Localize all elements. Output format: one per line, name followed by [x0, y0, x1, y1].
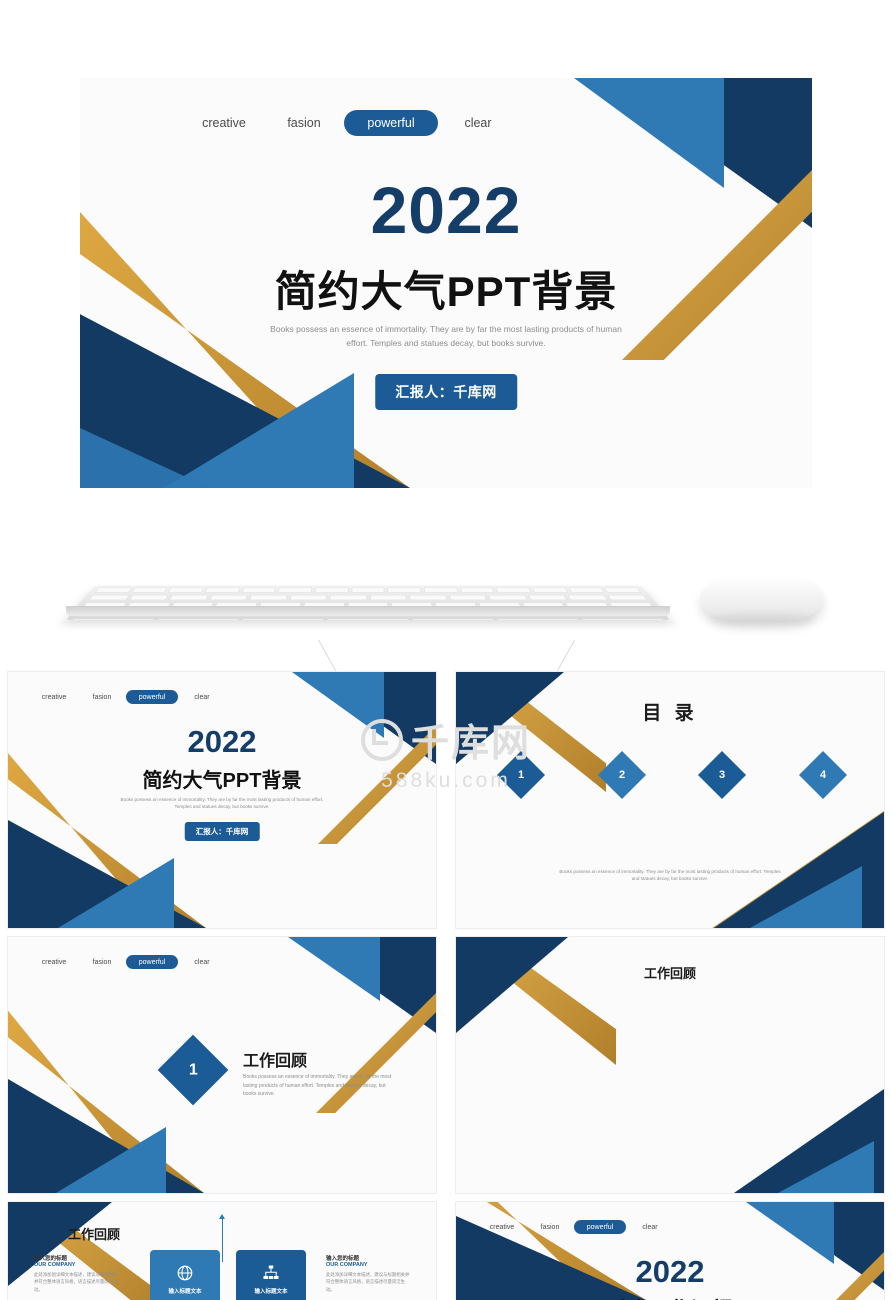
diagram-right-subheading: OUR COMPANY	[326, 1262, 368, 1268]
thumb-nav: creative fasion powerful clear	[30, 690, 226, 704]
mouse	[700, 576, 824, 620]
hero-nav-item-creative[interactable]: creative	[184, 116, 264, 130]
content-title: 工作回顾	[643, 966, 696, 981]
catalog-diamond-4[interactable]: 4	[798, 750, 848, 800]
thumbnail-end-slide[interactable]: creative fasion powerful clear 2022 千库工作…	[456, 1202, 884, 1300]
diagram-left-subheading: OUR COMPANY	[34, 1262, 76, 1268]
catalog-diamond-label: 2	[618, 769, 625, 781]
arrow-up-icon	[219, 1214, 225, 1262]
thumb-nav-item-clear[interactable]: clear	[178, 959, 226, 966]
keyboard-row	[83, 594, 654, 601]
thumb-nav-item-fasion[interactable]: fasion	[526, 1224, 574, 1231]
thumb-nav: creative fasion powerful clear	[30, 955, 226, 969]
thumb-nav-item-creative[interactable]: creative	[30, 694, 78, 701]
diagram-left-heading: 输入您的标题	[34, 1256, 68, 1262]
thumb-nav-item-creative[interactable]: creative	[478, 1224, 526, 1231]
thumb-presenter-button[interactable]: 汇报人：千库网	[184, 822, 260, 841]
catalog-description: Books possess an essence of immortality.…	[559, 869, 781, 882]
thumb-nav-item-powerful[interactable]: powerful	[126, 955, 178, 969]
thumbnail-diagram-slide[interactable]: 工作回顾 输入您的标题 OUR COMPANY 此处添加划详细文本描述，建议与标…	[8, 1202, 436, 1300]
end-title: 千库工作汇报	[456, 1294, 884, 1300]
section-number-diamond: 1	[157, 1034, 229, 1106]
thumb-description: Books possess an essence of immortality.…	[120, 797, 324, 810]
catalog-diamond-3[interactable]: 3	[698, 750, 747, 800]
thumbnail-section-slide[interactable]: creative fasion powerful clear 1 工作回顾 Bo…	[8, 937, 436, 1193]
thumb-nav: creative fasion powerful clear	[478, 1220, 674, 1234]
decor-top-right-blue	[288, 937, 380, 1001]
section-title: 工作回顾	[243, 1053, 308, 1070]
thumb-nav-item-powerful[interactable]: powerful	[126, 690, 178, 704]
hero-presenter-button[interactable]: 汇报人：千库网	[375, 374, 517, 410]
thumb-nav-item-clear[interactable]: clear	[178, 694, 226, 701]
diagram-title: 工作回顾	[68, 1227, 121, 1242]
diagram-right-heading: 输入您的标题	[326, 1256, 360, 1262]
catalog-diamond-label: 1	[517, 769, 525, 781]
catalog-diamonds: 1 2 3 4	[496, 750, 848, 800]
thumb-nav-item-fasion[interactable]: fasion	[78, 694, 126, 701]
thumb-title: 简约大气PPT背景	[142, 770, 302, 792]
keyboard-base	[66, 606, 670, 616]
thumbnail-title-slide[interactable]: creative fasion powerful clear 2022 简约大气…	[8, 672, 436, 928]
diagram-card-2-label: 输入标题文本	[254, 1288, 288, 1295]
desk-mockup	[0, 540, 892, 650]
thumbnail-content-slide[interactable]: 工作回顾	[456, 937, 884, 1193]
hero-nav-item-clear[interactable]: clear	[438, 116, 518, 130]
globe-icon	[177, 1265, 193, 1280]
keyboard-row	[89, 587, 647, 593]
hero-nav-item-powerful[interactable]: powerful	[344, 110, 438, 136]
thumb-nav-item-fasion[interactable]: fasion	[78, 959, 126, 966]
hero-description: Books possess an essence of immortality.…	[270, 324, 622, 348]
keyboard-row	[66, 618, 670, 620]
sitemap-icon	[263, 1265, 279, 1279]
diagram-card-2[interactable]: 输入标题文本	[236, 1250, 306, 1300]
poster-canvas: creative fasion powerful clear 2022 简约大气…	[0, 0, 892, 1300]
catalog-diamond-1[interactable]: 1	[496, 750, 546, 800]
hero-slide: creative fasion powerful clear 2022 简约大气…	[80, 78, 812, 488]
hero-title: 简约大气PPT背景	[274, 268, 618, 315]
catalog-diamond-label: 4	[819, 769, 827, 781]
thumbnail-catalog-slide[interactable]: 目 录 1 2 3 4 Books possess an essence of …	[456, 672, 884, 928]
end-year: 2022	[635, 1254, 705, 1289]
diagram-card-1-label: 输入标题文本	[168, 1288, 202, 1295]
diagram-right-body: 此处添加详细文本描述，建议与标题相关并符合整体语言风格，语言描述尽量简洁生动。	[326, 1272, 410, 1292]
thumb-year: 2022	[187, 724, 257, 759]
hero-year: 2022	[370, 173, 522, 247]
section-description: Books possess an essence of immortality.…	[243, 1074, 392, 1097]
catalog-diamond-2[interactable]: 2	[597, 750, 646, 800]
diagram-left-body: 此处添加划详细文本描述，建议与标题相关并符合整体语言风格，语言描述尽量简洁生动。	[34, 1272, 118, 1292]
catalog-diamond-label: 3	[719, 769, 726, 781]
thumb-nav-item-clear[interactable]: clear	[626, 1224, 674, 1231]
diagram-right-column: 输入您的标题 OUR COMPANY 此处添加详细文本描述，建议与标题相关并符合…	[326, 1254, 410, 1293]
thumb-nav-item-creative[interactable]: creative	[30, 959, 78, 966]
diagram-left-column: 输入您的标题 OUR COMPANY 此处添加划详细文本描述，建议与标题相关并符…	[34, 1254, 118, 1293]
hero-inner: creative fasion powerful clear 2022 简约大气…	[80, 78, 812, 488]
thumb-nav-item-powerful[interactable]: powerful	[574, 1220, 626, 1234]
diagram-card-1[interactable]: 输入标题文本	[150, 1250, 220, 1300]
hero-nav-item-fasion[interactable]: fasion	[264, 116, 344, 130]
section-number: 1	[188, 1061, 198, 1078]
catalog-title: 目 录	[642, 703, 698, 724]
hero-nav: creative fasion powerful clear	[184, 110, 518, 136]
